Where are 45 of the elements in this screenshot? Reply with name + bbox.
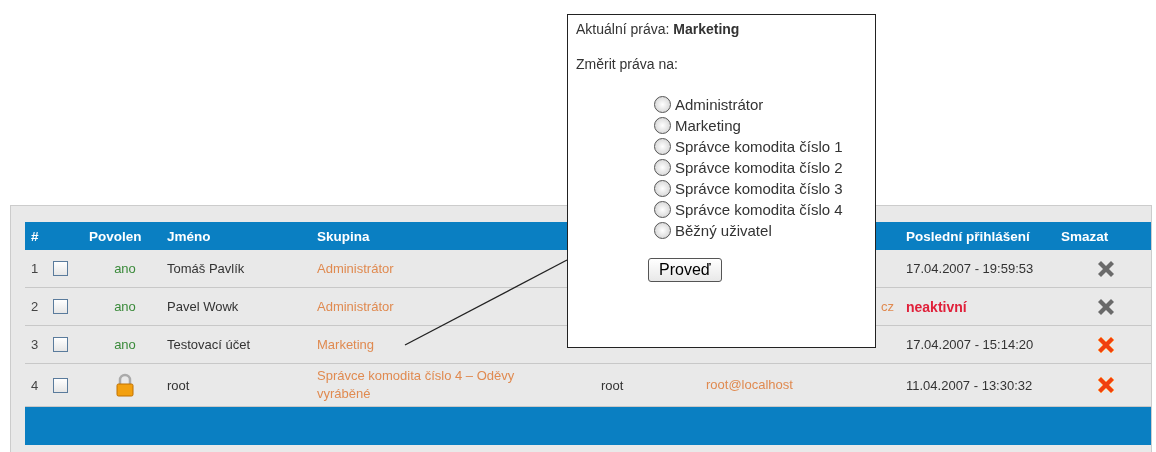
user-name: Tomáš Pavlík <box>166 261 246 276</box>
user-name: Pavel Wowk <box>166 299 240 314</box>
rights-radio[interactable] <box>654 117 671 134</box>
enabled-text: ano <box>114 337 136 352</box>
last-login-text: 17.04.2007 - 15:14:20 <box>906 337 1035 352</box>
column-header: # <box>30 228 40 244</box>
row-checkbox[interactable] <box>53 299 68 314</box>
rights-option-label[interactable]: Správce komodita číslo 3 <box>675 180 843 197</box>
rights-option-label[interactable]: Správce komodita číslo 4 <box>675 201 843 218</box>
row-number: 2 <box>30 299 40 314</box>
submit-button[interactable]: Proveď <box>648 258 722 282</box>
user-name: Testovací účet <box>166 337 252 352</box>
rights-option-label[interactable]: Správce komodita číslo 2 <box>675 159 843 176</box>
last-login-text: neaktivní <box>906 298 968 315</box>
column-header: Poslední přihlášení <box>906 228 1031 244</box>
row-number: 1 <box>30 261 40 276</box>
last-login-text: 17.04.2007 - 19:59:53 <box>906 261 1035 276</box>
row-checkbox[interactable] <box>53 377 68 393</box>
row-checkbox[interactable] <box>53 337 68 352</box>
rights-radio[interactable] <box>654 222 671 239</box>
change-rights-label: Změrit práva na: <box>576 56 679 72</box>
row-number: 4 <box>30 377 40 393</box>
rights-option-label[interactable]: Správce komodita číslo 1 <box>675 138 843 155</box>
enabled-text: ano <box>114 299 136 314</box>
rights-option-label[interactable]: Běžný uživatel <box>675 222 772 239</box>
rights-radio[interactable] <box>654 138 671 155</box>
rights-radio[interactable] <box>654 180 671 197</box>
row-checkbox[interactable] <box>53 261 68 276</box>
lock-icon <box>115 373 135 397</box>
last-login-text: 11.04.2007 - 13:30:32 <box>906 377 1034 393</box>
rights-radio[interactable] <box>654 159 671 176</box>
current-rights-text: Aktuální práva: Marketing <box>576 21 741 37</box>
rights-option-label[interactable]: Marketing <box>675 117 741 134</box>
column-header: Jméno <box>166 228 212 244</box>
delete-icon[interactable] <box>1095 374 1117 396</box>
row-number: 3 <box>30 337 40 352</box>
rights-radio[interactable] <box>654 201 671 218</box>
enabled-text: ano <box>114 261 136 276</box>
column-header: Smazat <box>1061 228 1110 244</box>
login-text: root <box>601 377 625 393</box>
column-header: Povolen <box>89 228 143 244</box>
rights-radio[interactable] <box>654 96 671 113</box>
rights-option-label[interactable]: Administrátor <box>675 96 764 113</box>
column-header: Skupina <box>316 228 371 244</box>
user-name: root <box>166 377 191 393</box>
